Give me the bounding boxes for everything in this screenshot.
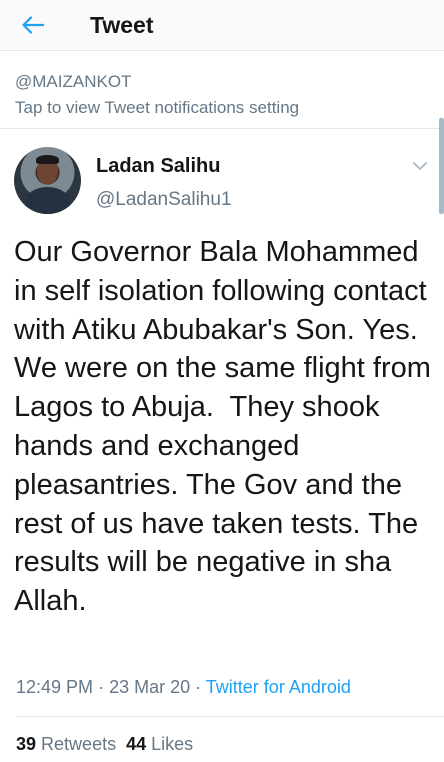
header-divider [0, 50, 444, 51]
tweet-menu-button[interactable] [410, 157, 430, 175]
retweets-stat[interactable]: 39 Retweets [16, 734, 116, 754]
notification-text: Tap to view Tweet notifications setting [15, 98, 300, 117]
likes-stat[interactable]: 44 Likes [126, 734, 193, 754]
author-handle[interactable]: @LadanSalihu1 [96, 189, 232, 211]
meta-separator: · [98, 677, 110, 697]
likes-count: 44 [126, 734, 147, 754]
arrow-left-icon [22, 16, 44, 34]
tweet-text: Our Governor Bala Mohammed in self isola… [14, 236, 439, 618]
stats-divider [16, 716, 444, 717]
tweet-date: 23 Mar 20 [109, 677, 191, 697]
scrollbar[interactable] [439, 118, 444, 214]
back-button[interactable] [18, 12, 48, 38]
meta-separator: · [195, 677, 206, 697]
author-name[interactable]: Ladan Salihu [96, 155, 220, 178]
top-bar: Tweet [0, 0, 444, 50]
avatar-cap [36, 155, 59, 164]
retweets-count: 39 [16, 734, 37, 754]
chevron-down-icon [413, 162, 427, 170]
notification-handle: @MAIZANKOT [15, 72, 132, 91]
retweets-label: Retweets [41, 734, 117, 754]
notification-divider [0, 128, 444, 129]
likes-label: Likes [151, 734, 194, 754]
notification-settings-banner[interactable]: @MAIZANKOT Tap to view Tweet notificatio… [0, 68, 444, 126]
tweet-time: 12:49 PM [16, 677, 94, 697]
page-title: Tweet [90, 12, 154, 38]
avatar[interactable] [14, 147, 81, 214]
tweet-meta: 12:49 PM · 23 Mar 20 · Twitter for Andro… [16, 677, 351, 698]
tweet-source-link[interactable]: Twitter for Android [206, 677, 351, 697]
avatar-shirt [25, 187, 70, 214]
tweet-stats: 39 Retweets 44 Likes [16, 734, 193, 755]
